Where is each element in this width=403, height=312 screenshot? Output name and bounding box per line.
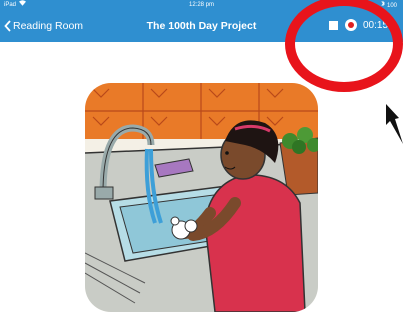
nav-bar: Reading Room The 100th Day Project 00:15 — [0, 10, 403, 42]
status-time: 12:28 pm — [188, 2, 215, 8]
story-illustration — [85, 83, 318, 312]
status-bar: iPad 12:28 pm 100 — [0, 0, 403, 10]
pointer-arrow-icon — [386, 104, 403, 144]
record-icon[interactable] — [345, 19, 357, 31]
page-title: The 100th Day Project — [146, 20, 257, 32]
stop-icon[interactable] — [329, 21, 338, 30]
recording-timer: 00:15 — [363, 20, 389, 31]
battery-percent: 100 — [386, 2, 397, 9]
